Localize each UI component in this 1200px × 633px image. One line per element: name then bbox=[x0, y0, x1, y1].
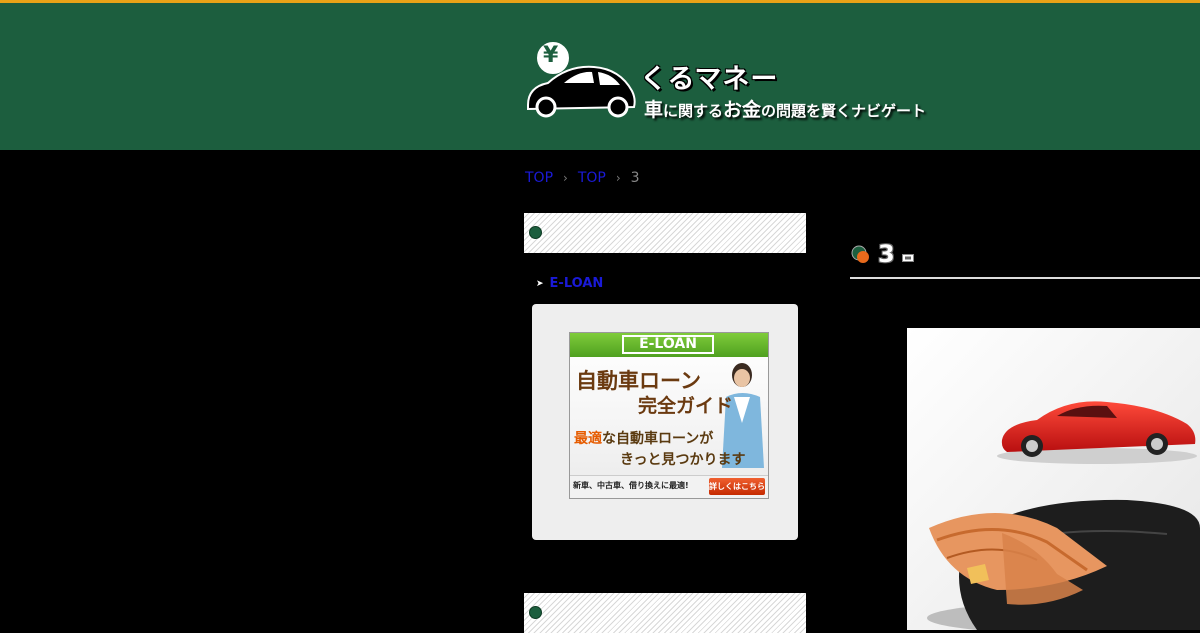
eloan-banner-ad[interactable]: E-LOAN 自動車ローン 完全ガイド 最適な自動車ローンが きっと見つかります… bbox=[569, 332, 769, 499]
sidebar-link-row: ➤ E-LOAN bbox=[536, 276, 603, 291]
ad-container: E-LOAN 自動車ローン 完全ガイド 最適な自動車ローンが きっと見つかります… bbox=[532, 304, 798, 540]
breadcrumb-current: 3 bbox=[630, 170, 640, 186]
site-title: くるマネー bbox=[640, 64, 779, 95]
car-wallet-photo bbox=[907, 328, 1200, 630]
heading-dots-icon bbox=[851, 245, 869, 263]
ad-badge-bar: E-LOAN bbox=[570, 333, 768, 357]
site-header: ¥ くるマネー 車に関するお金の問題を賢くナビゲート bbox=[0, 0, 1200, 150]
sidebar-widget-header bbox=[524, 213, 806, 253]
ad-badge: E-LOAN bbox=[622, 335, 714, 354]
ad-details-button[interactable]: 詳しくはこちら bbox=[709, 478, 765, 495]
eloan-link[interactable]: E-LOAN bbox=[550, 276, 604, 291]
ad-copy-1: 最適な自動車ローンが bbox=[574, 431, 714, 447]
breadcrumb-top-link[interactable]: TOP bbox=[578, 170, 606, 186]
yen-icon: ¥ bbox=[543, 43, 559, 68]
bullet-dot-icon bbox=[529, 606, 542, 619]
car-wallet-image bbox=[907, 328, 1200, 630]
ad-copy-2: きっと見つかります bbox=[620, 452, 746, 468]
breadcrumb-top-link[interactable]: TOP bbox=[525, 170, 553, 186]
chevron-right-icon: › bbox=[563, 171, 568, 185]
page-heading: 3 bbox=[850, 240, 1200, 279]
site-logo[interactable]: ¥ くるマネー 車に関するお金の問題を賢くナビゲート bbox=[524, 39, 944, 129]
bullet-dot-icon bbox=[529, 226, 542, 239]
car-logo-icon bbox=[527, 40, 636, 118]
site-tagline: 車に関するお金の問題を賢くナビゲート bbox=[644, 99, 927, 121]
ad-headline-2: 完全ガイド bbox=[638, 395, 734, 417]
folder-icon bbox=[902, 254, 914, 262]
arrow-right-icon: ➤ bbox=[536, 278, 544, 289]
chevron-right-icon: › bbox=[615, 171, 621, 185]
breadcrumb: TOP › TOP › 3 bbox=[525, 170, 640, 186]
ad-footer-text: 新車、中古車、借り換えに最適! bbox=[573, 481, 689, 490]
sidebar-widget-header bbox=[524, 593, 806, 633]
page-title: 3 bbox=[878, 240, 895, 268]
ad-footer: 新車、中古車、借り換えに最適! 詳しくはこちら bbox=[570, 475, 768, 498]
